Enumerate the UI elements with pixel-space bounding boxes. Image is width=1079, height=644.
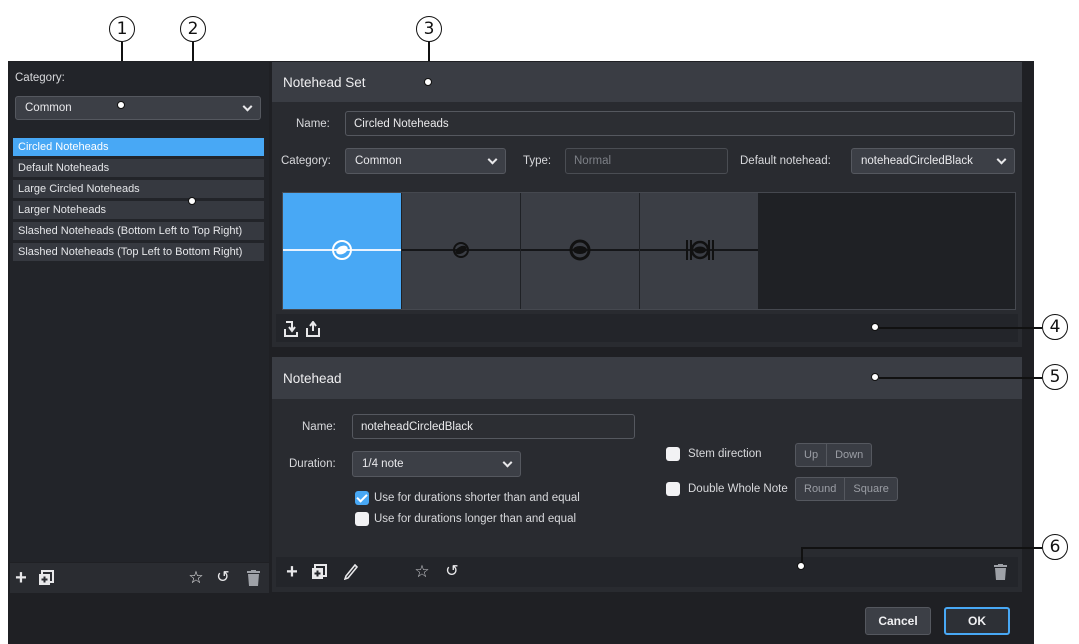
callout-3: 3 — [416, 16, 442, 42]
notehead-sets-panel — [10, 62, 269, 562]
circled-small-notehead-icon — [453, 242, 469, 258]
category-dropdown[interactable]: Common — [15, 96, 261, 120]
callout-6-line — [801, 548, 803, 563]
trash-icon[interactable] — [245, 569, 261, 587]
set-name-field[interactable]: Circled Noteheads — [345, 111, 1015, 136]
chevron-down-icon — [996, 154, 1007, 165]
callout-4: 4 — [1042, 314, 1068, 340]
duplicate-icon[interactable] — [37, 569, 55, 587]
type-field: Normal — [565, 148, 728, 174]
square-option[interactable]: Square — [844, 478, 896, 500]
set-category-value: Common — [355, 155, 402, 167]
notehead-name-value: noteheadCircledBlack — [361, 420, 473, 433]
circled-black-notehead-icon — [332, 240, 352, 260]
double-whole-note-label: Double Whole Note — [688, 483, 788, 495]
callout-5: 5 — [1042, 364, 1068, 390]
stem-down-option[interactable]: Down — [826, 444, 871, 466]
notehead-preview-cell[interactable] — [283, 193, 401, 309]
type-label: Type: — [523, 155, 552, 167]
notehead-set-header: Notehead Set — [272, 62, 1022, 102]
callout-2-dot — [188, 197, 196, 205]
trash-icon[interactable] — [992, 563, 1008, 581]
double-whole-note-checkbox[interactable] — [666, 482, 680, 496]
longer-durations-label: Use for durations longer than and equal — [374, 513, 577, 525]
add-icon[interactable]: + — [283, 562, 301, 582]
callout-3-dot — [424, 78, 432, 86]
ok-button[interactable]: OK — [944, 607, 1010, 635]
set-name-value: Circled Noteheads — [354, 117, 449, 130]
type-value: Normal — [574, 155, 612, 167]
notehead-name-label: Name: — [302, 421, 336, 433]
default-notehead-label: Default notehead: — [740, 155, 831, 167]
set-category-label: Category: — [281, 155, 331, 167]
duplicate-icon[interactable] — [310, 563, 328, 581]
category-dropdown-value: Common — [25, 102, 72, 114]
set-list-item[interactable]: Default Noteheads — [13, 159, 264, 177]
stem-direction-toggle: Up Down — [795, 443, 873, 467]
shorter-durations-label: Use for durations shorter than and equal — [374, 492, 580, 504]
duration-value: 1/4 note — [362, 458, 404, 470]
duration-dropdown[interactable]: 1/4 note — [352, 451, 521, 477]
star-icon[interactable]: ☆ — [187, 569, 205, 587]
chevron-down-icon — [242, 101, 253, 112]
export-icon[interactable] — [305, 320, 321, 338]
stem-direction-label: Stem direction — [688, 448, 762, 460]
add-icon[interactable]: + — [12, 568, 30, 588]
duration-label: Duration: — [289, 458, 336, 470]
chevron-down-icon — [487, 154, 498, 165]
stem-direction-checkbox[interactable] — [666, 447, 680, 461]
circled-whole-notehead-icon — [686, 240, 714, 260]
star-icon[interactable]: ☆ — [413, 563, 431, 581]
default-notehead-dropdown[interactable]: noteheadCircledBlack — [851, 148, 1015, 174]
revert-icon[interactable]: ↺ — [214, 569, 232, 587]
notehead-preview-strip — [282, 192, 1016, 310]
callout-2: 2 — [180, 16, 206, 42]
longer-durations-checkbox[interactable] — [355, 512, 369, 526]
set-list-item[interactable]: Large Circled Noteheads — [13, 180, 264, 198]
callout-4-dot — [871, 323, 879, 331]
edit-pencil-icon[interactable] — [342, 563, 360, 581]
stem-up-option[interactable]: Up — [796, 444, 826, 466]
notehead-title: Notehead — [283, 370, 342, 386]
callout-1: 1 — [109, 16, 135, 42]
double-whole-note-toggle: Round Square — [795, 477, 898, 501]
notehead-preview-cell[interactable] — [640, 193, 758, 309]
notehead-preview-cell[interactable] — [402, 193, 520, 309]
round-option[interactable]: Round — [796, 478, 844, 500]
set-name-label: Name: — [296, 118, 330, 130]
chevron-down-icon — [502, 457, 513, 468]
notehead-set-title: Notehead Set — [283, 74, 366, 90]
set-category-dropdown[interactable]: Common — [345, 148, 506, 174]
callout-5-dot — [871, 373, 879, 381]
callout-5-line — [879, 377, 1042, 379]
set-list-item[interactable]: Slashed Noteheads (Bottom Left to Top Ri… — [13, 222, 264, 240]
notehead-preview-cell[interactable] — [521, 193, 639, 309]
notehead-toolbar — [276, 557, 1018, 587]
notehead-name-field[interactable]: noteheadCircledBlack — [352, 414, 635, 439]
shorter-durations-checkbox[interactable] — [355, 491, 369, 505]
default-notehead-value: noteheadCircledBlack — [861, 155, 973, 167]
set-list-item[interactable]: Slashed Noteheads (Top Left to Bottom Ri… — [13, 243, 264, 261]
set-list-item[interactable]: Larger Noteheads — [13, 201, 264, 219]
callout-6: 6 — [1042, 534, 1068, 560]
import-icon[interactable] — [283, 320, 299, 338]
circled-large-notehead-icon — [569, 239, 591, 261]
callout-1-dot — [117, 101, 125, 109]
revert-icon[interactable]: ↺ — [443, 563, 461, 581]
cancel-button[interactable]: Cancel — [865, 607, 931, 635]
callout-6-dot — [797, 562, 805, 570]
callout-4-line — [879, 327, 1042, 329]
set-list-item[interactable]: Circled Noteheads — [13, 138, 264, 156]
category-label: Category: — [15, 72, 65, 84]
callout-6-line-h — [801, 547, 1042, 549]
